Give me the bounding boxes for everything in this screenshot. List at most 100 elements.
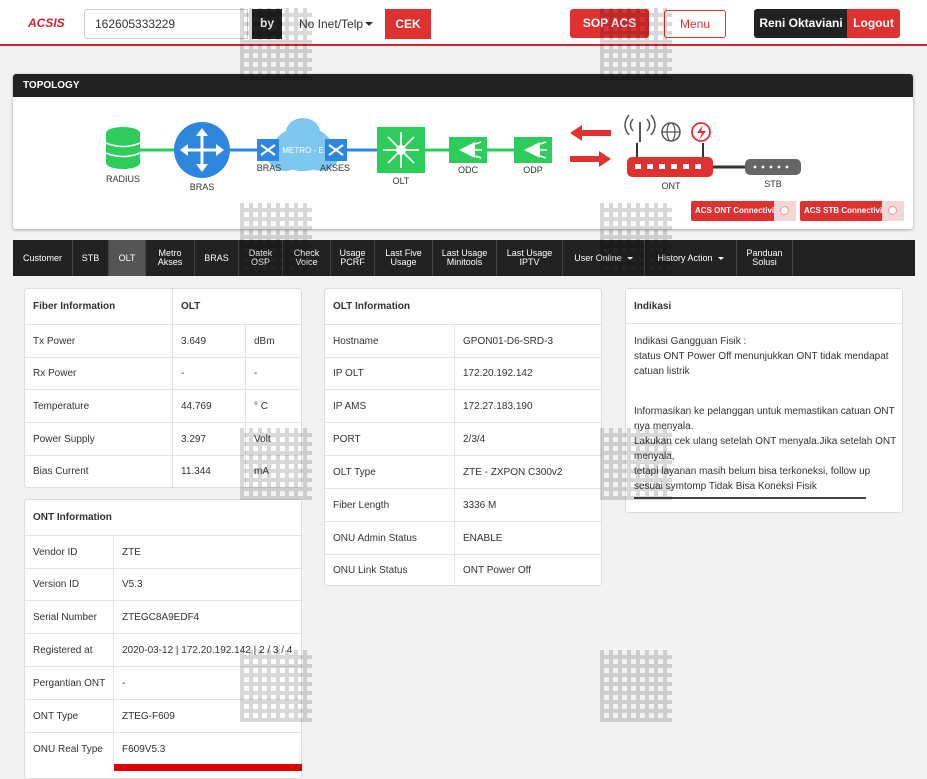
radius-label: RADIUS: [106, 174, 140, 184]
cek-button[interactable]: CEK: [385, 9, 431, 39]
olt-icon[interactable]: [377, 127, 425, 173]
table-row: Version ID V5.3: [25, 568, 301, 600]
bras-router-icon[interactable]: [174, 122, 230, 178]
tab-check-voice[interactable]: Check Voice: [283, 240, 331, 276]
row-value: 172.20.192.142: [463, 368, 533, 379]
table-row: Power Supply 3.297 Volt: [25, 422, 301, 455]
fiber-header-row: Fiber Information OLT: [25, 289, 301, 324]
bras-switch-icon[interactable]: [257, 139, 279, 161]
table-row: Rx Power - -: [25, 357, 301, 389]
indikasi-header-title: Indikasi: [634, 300, 672, 312]
bras2-label: BRAS: [257, 163, 282, 173]
row-label: Rx Power: [33, 368, 77, 379]
table-row: ONU Admin Status ENABLE: [325, 521, 601, 554]
tab-history-action-dropdown[interactable]: History Action: [645, 240, 737, 276]
app-logo[interactable]: ACSIS: [28, 16, 65, 30]
table-row: IP AMS 172.27.183.190: [325, 389, 601, 422]
row-label: Version ID: [33, 579, 80, 590]
logout-button[interactable]: Logout: [847, 9, 900, 38]
tab-user-online-dropdown[interactable]: User Online: [563, 240, 645, 276]
tab-label: Customer: [22, 252, 62, 263]
row-value: 44.769: [181, 400, 212, 412]
row-unit: Volt: [254, 433, 271, 445]
row-value: ZTE - ZXPON C300v2: [463, 466, 563, 478]
tab-stb[interactable]: STB: [73, 240, 109, 276]
akses-switch-icon[interactable]: [325, 139, 347, 161]
exchange-arrows-icon: [570, 125, 611, 167]
tab-last-usage-iptv[interactable]: Last Usage IPTV: [497, 240, 563, 276]
table-row: Tx Power 3.649 dBm: [25, 324, 301, 357]
row-label: IP OLT: [333, 368, 364, 379]
tab-panduan-solusi[interactable]: Panduan Solusi: [737, 240, 793, 276]
divider: [634, 497, 866, 499]
search-type-select[interactable]: No Inet/Telp: [290, 9, 384, 39]
watermark-qr-icon: [600, 650, 672, 722]
row-value: ZTEG-F609: [122, 710, 175, 722]
odp-icon[interactable]: [514, 137, 552, 163]
row-unit: mA: [254, 466, 269, 477]
table-row: Pergantian ONT -: [25, 666, 301, 699]
indikasi-line: Informasikan ke pelanggan untuk memastik…: [634, 406, 895, 432]
odc-icon[interactable]: [449, 137, 487, 163]
ont-header-title: ONT Information: [33, 512, 112, 523]
search-input[interactable]: [84, 9, 248, 39]
acs-ont-connectivity-toggle[interactable]: ACS ONT Connectivity: [691, 201, 796, 221]
user-name-button[interactable]: Reni Oktaviani: [754, 9, 848, 38]
search-type-value: No Inet/Telp: [299, 17, 364, 31]
table-row: ONU Link Status ONT Power Off: [325, 554, 601, 586]
row-value: 3336 M: [463, 499, 497, 511]
row-label: Tx Power: [33, 335, 76, 347]
stb-icon[interactable]: [745, 159, 801, 175]
tab-usage-pcrf[interactable]: Usage PCRF: [331, 240, 375, 276]
table-row: Serial Number ZTEGC8A9EDF4: [25, 600, 301, 633]
tab-datek-osp[interactable]: Datek OSP: [239, 240, 283, 276]
indikasi-line: Indikasi Gangguan Fisik :: [634, 336, 747, 347]
row-value: 2/3/4: [463, 433, 486, 445]
tab-last-five-usage[interactable]: Last Five Usage: [375, 240, 433, 276]
tab-metro-akses[interactable]: Metro Akses: [146, 240, 195, 276]
radius-icon[interactable]: [105, 127, 141, 169]
tab-label: BRAS: [204, 252, 229, 263]
stb-label: STB: [764, 179, 782, 189]
topology-panel: TOPOLOGY RADIUS BRAS METRO - E BRAS AKSE…: [13, 74, 913, 229]
row-label: Power Supply: [33, 433, 95, 445]
fiber-information-panel: Fiber Information OLT Tx Power 3.649 dBm…: [24, 288, 302, 488]
row-value: 2020-03-12 | 172.20.192.142 | 2 / 3 / 4: [122, 644, 293, 656]
tab-customer[interactable]: Customer: [13, 240, 73, 276]
olt-label: OLT: [393, 176, 410, 186]
ont-header-row: ONT Information: [25, 500, 301, 535]
olt-header-row: OLT Information: [325, 289, 601, 324]
tab-last-usage-minitools[interactable]: Last Usage Minitools: [433, 240, 497, 276]
ont-information-panel: ONT Information Vendor ID ZTE Version ID…: [24, 499, 302, 779]
row-label: Temperature: [33, 400, 90, 412]
acs-stb-connectivity-toggle[interactable]: ACS STB Connectivity: [800, 201, 904, 221]
odp-label: ODP: [523, 165, 543, 175]
by-label: by: [252, 9, 282, 39]
table-row: OLT Type ZTE - ZXPON C300v2: [325, 455, 601, 488]
tab-label: STB: [81, 252, 100, 263]
row-label: Hostname: [333, 335, 379, 347]
ont-label: ONT: [662, 181, 682, 191]
table-row: Vendor ID ZTE: [25, 535, 301, 568]
ont-router-icon[interactable]: [627, 143, 713, 177]
power-alert-icon: [691, 122, 711, 142]
sop-acs-button[interactable]: SOP ACS: [570, 9, 649, 38]
status-bar: [114, 764, 302, 771]
row-value: 172.27.183.190: [463, 400, 533, 412]
row-label: ONU Real Type: [33, 743, 103, 755]
indikasi-header-row: Indikasi: [626, 289, 902, 324]
row-value: ZTE: [122, 546, 141, 558]
tab-olt[interactable]: OLT: [109, 240, 146, 276]
odc-label: ODC: [458, 165, 479, 175]
toggle-switch[interactable]: [774, 201, 796, 221]
tab-bras[interactable]: BRAS: [195, 240, 239, 276]
table-row: Bias Current 11.344 mA: [25, 455, 301, 487]
table-row: ONT Type ZTEG-F609: [25, 699, 301, 732]
tab-label: Solusi: [752, 257, 777, 267]
row-unit: -: [254, 368, 258, 379]
row-value: 11.344: [181, 466, 211, 477]
tab-label: History Action: [657, 252, 713, 263]
toggle-switch[interactable]: [882, 201, 904, 221]
row-label: Pergantian ONT: [33, 677, 106, 689]
menu-button[interactable]: Menu: [664, 10, 726, 38]
